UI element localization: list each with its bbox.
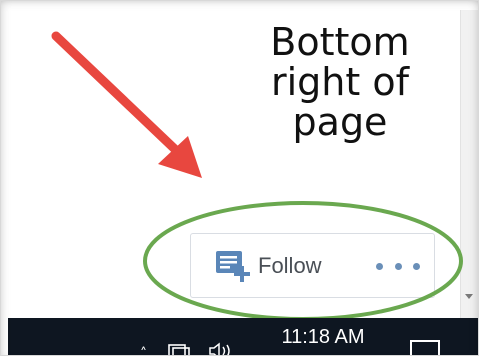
follow-document-icon [216,251,250,282]
more-options-icon [394,262,402,270]
callout-line-1: Bottom [270,20,410,64]
callout-text: Bottom right of page [250,22,430,142]
volume-icon[interactable] [208,342,234,356]
screenshot-frame: Bottom right of page Follow ˄ 11:18 AM [0,0,479,356]
follow-label: Follow [258,253,322,278]
vertical-scrollbar[interactable] [460,10,479,320]
taskbar [8,318,479,356]
taskbar-clock[interactable]: 11:18 AM [268,326,378,349]
more-options-icon [376,262,383,270]
scroll-down-arrow-icon[interactable] [465,294,473,299]
more-options-icon [413,262,420,270]
tray-chevron-up-icon[interactable]: ˄ [140,346,147,356]
network-icon[interactable] [168,344,192,356]
callout-line-2: right of [271,60,409,104]
more-options-button[interactable] [376,256,420,276]
red-arrow-icon [51,31,202,178]
follow-button[interactable]: Follow [214,248,354,284]
notification-icon[interactable] [410,340,440,356]
callout-line-3: page [292,100,388,144]
